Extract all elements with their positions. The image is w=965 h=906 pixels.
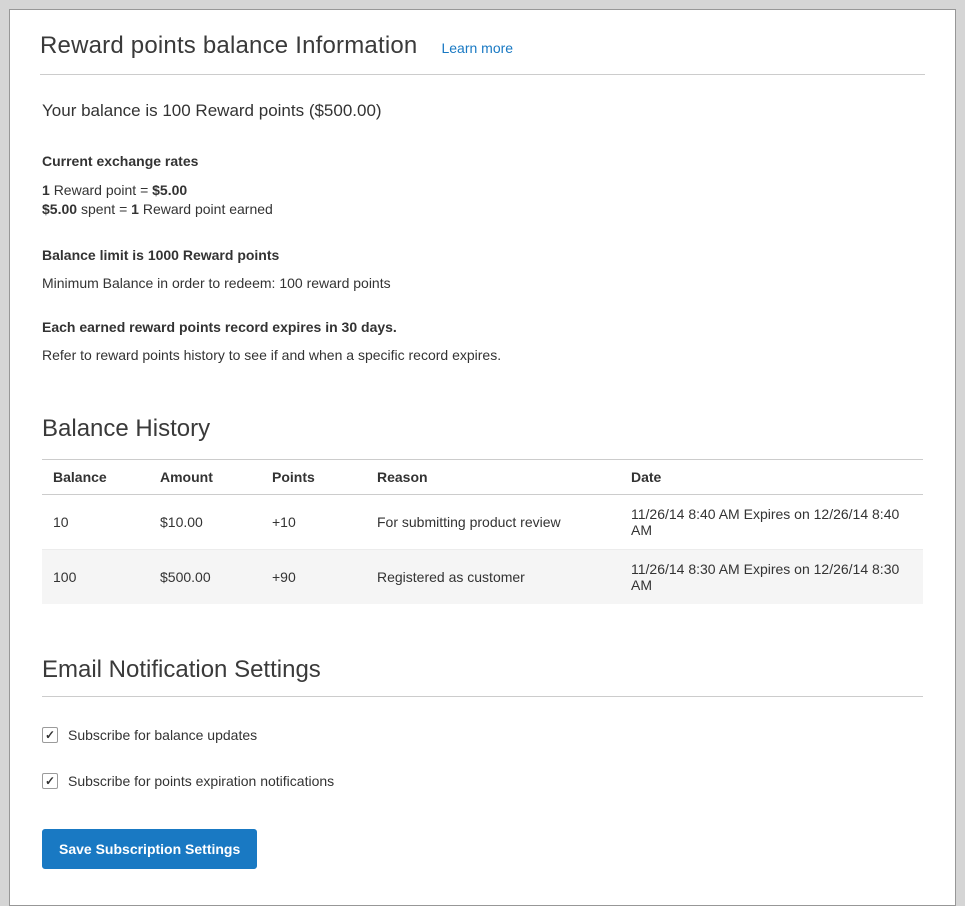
expiry-heading: Each earned reward points record expires… bbox=[42, 319, 923, 335]
expiry-note-text: Refer to reward points history to see if… bbox=[42, 347, 923, 363]
rate-points-value: 1 bbox=[42, 182, 50, 198]
rate-money-value: $5.00 bbox=[42, 201, 77, 217]
page-title-wrapper: Reward points balance Information Learn … bbox=[40, 32, 925, 75]
cell-amount: $500.00 bbox=[149, 549, 261, 604]
exchange-rates-heading: Current exchange rates bbox=[42, 153, 923, 169]
cell-balance: 10 bbox=[42, 494, 149, 549]
table-header-row: Balance Amount Points Reason Date bbox=[42, 459, 923, 494]
reward-points-card: Reward points balance Information Learn … bbox=[9, 9, 956, 906]
column-header-balance: Balance bbox=[42, 459, 149, 494]
rate-points-value: 1 bbox=[131, 201, 139, 217]
save-subscription-button[interactable]: Save Subscription Settings bbox=[42, 829, 257, 869]
checkbox-label: Subscribe for balance updates bbox=[68, 727, 257, 743]
email-settings-heading: Email Notification Settings bbox=[42, 656, 923, 697]
checkbox-label: Subscribe for points expiration notifica… bbox=[68, 773, 334, 789]
expiration-notifications-checkbox[interactable] bbox=[42, 773, 58, 789]
balance-limit-heading: Balance limit is 1000 Reward points bbox=[42, 247, 923, 263]
column-header-amount: Amount bbox=[149, 459, 261, 494]
cell-reason: For submitting product review bbox=[366, 494, 620, 549]
exchange-rate-line-1: 1 Reward point = $5.00 bbox=[42, 181, 923, 200]
cell-points: +10 bbox=[261, 494, 366, 549]
column-header-reason: Reason bbox=[366, 459, 620, 494]
rate-money-value: $5.00 bbox=[152, 182, 187, 198]
subscribe-balance-updates-option[interactable]: Subscribe for balance updates bbox=[42, 727, 257, 743]
cell-date: 11/26/14 8:30 AM Expires on 12/26/14 8:3… bbox=[620, 549, 923, 604]
balance-history-table: Balance Amount Points Reason Date 10 $10… bbox=[42, 459, 923, 604]
rate-text: Reward point = bbox=[54, 182, 149, 198]
min-balance-text: Minimum Balance in order to redeem: 100 … bbox=[42, 275, 923, 291]
rate-text: Reward point earned bbox=[143, 201, 273, 217]
exchange-rate-line-2: $5.00 spent = 1 Reward point earned bbox=[42, 200, 923, 219]
page-title: Reward points balance Information bbox=[40, 32, 417, 60]
cell-reason: Registered as customer bbox=[366, 549, 620, 604]
cell-amount: $10.00 bbox=[149, 494, 261, 549]
column-header-points: Points bbox=[261, 459, 366, 494]
column-header-date: Date bbox=[620, 459, 923, 494]
subscribe-expiration-notifications-option[interactable]: Subscribe for points expiration notifica… bbox=[42, 773, 334, 789]
cell-balance: 100 bbox=[42, 549, 149, 604]
balance-summary: Your balance is 100 Reward points ($500.… bbox=[42, 101, 923, 121]
table-row: 10 $10.00 +10 For submitting product rev… bbox=[42, 494, 923, 549]
balance-updates-checkbox[interactable] bbox=[42, 727, 58, 743]
exchange-rates: 1 Reward point = $5.00 $5.00 spent = 1 R… bbox=[42, 181, 923, 219]
main-content: Your balance is 100 Reward points ($500.… bbox=[10, 101, 955, 905]
rate-text: spent = bbox=[81, 201, 127, 217]
balance-history-heading: Balance History bbox=[42, 415, 923, 443]
table-row: 100 $500.00 +90 Registered as customer 1… bbox=[42, 549, 923, 604]
cell-date: 11/26/14 8:40 AM Expires on 12/26/14 8:4… bbox=[620, 494, 923, 549]
learn-more-link[interactable]: Learn more bbox=[441, 40, 513, 56]
cell-points: +90 bbox=[261, 549, 366, 604]
